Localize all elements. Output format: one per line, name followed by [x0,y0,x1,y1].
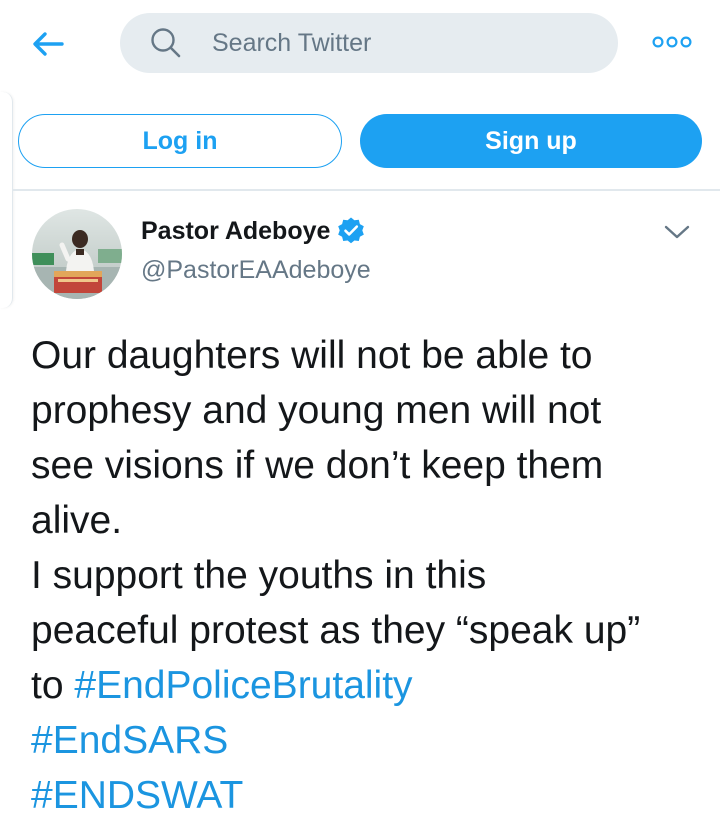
author-name[interactable]: Pastor Adeboye [141,217,330,246]
verified-badge-icon [338,217,365,244]
hashtag-link[interactable]: #EndSARS [31,719,228,762]
tweet-line: to #EndPoliceBrutality [31,658,711,713]
tweet-line: #EndSARS [31,713,711,768]
author-handle[interactable]: @PastorEAAdeboye [141,256,371,285]
search-box[interactable] [120,13,618,73]
divider [12,189,720,191]
tweet-text: Our daughters will not be able to prophe… [31,328,711,823]
avatar-photo [32,209,122,299]
avatar[interactable] [32,209,122,299]
auth-buttons: Log in Sign up [0,100,720,190]
top-bar [0,0,720,90]
tweet-line: alive. [31,499,123,542]
tweet-line: peaceful protest as they “speak up” [31,609,641,652]
login-button[interactable]: Log in [18,114,342,168]
chevron-down-icon[interactable] [662,218,692,246]
author-name-row: Pastor Adeboye [141,216,366,246]
search-icon [151,28,181,58]
more-options-button[interactable] [648,26,696,58]
hashtag-link[interactable]: #EndPoliceBrutality [74,664,412,707]
arrow-left-icon [33,32,64,56]
more-dots-icon [652,36,692,48]
tweet-line: Our daughters will not be able to [31,334,593,377]
tweet-line-prefix: to [31,664,75,707]
tweet-line: see visions if we don’t keep them [31,444,604,487]
tweet-line: prophesy and young men will not [31,389,602,432]
search-input[interactable] [212,13,592,73]
back-button[interactable] [28,24,68,64]
hashtag-link[interactable]: #ENDSWAT [31,774,243,817]
tweet-line: #ENDSWAT [31,768,711,823]
tweet-line: I support the youths in this [31,554,487,597]
signup-button[interactable]: Sign up [360,114,702,168]
